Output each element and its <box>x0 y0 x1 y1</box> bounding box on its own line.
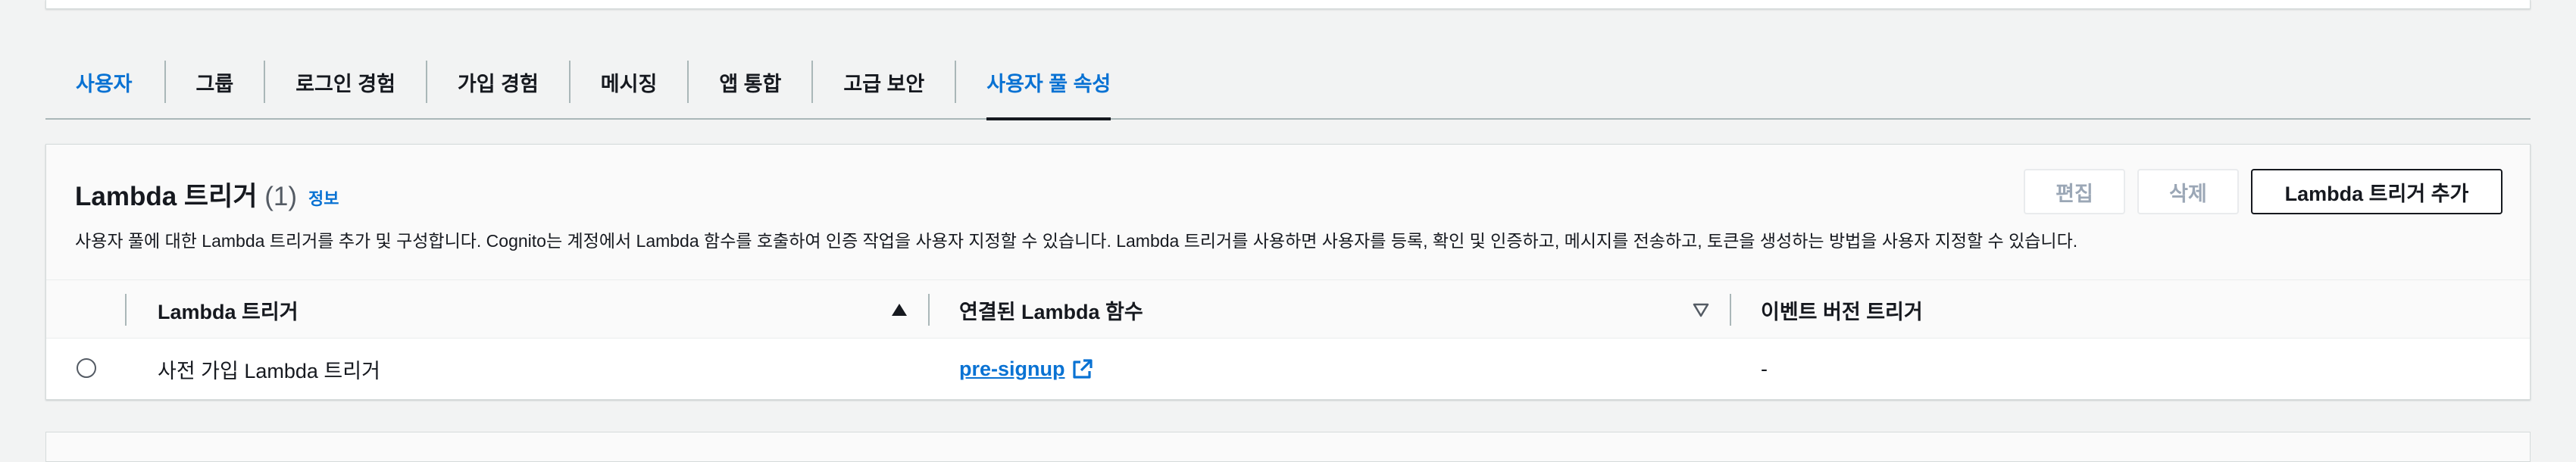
column-header-connected-function[interactable]: 연결된 Lambda 함수 <box>959 280 1143 339</box>
previous-container <box>45 0 2531 9</box>
tab-sign-up-experience[interactable]: 가입 경험 <box>458 45 539 119</box>
add-lambda-trigger-button[interactable]: Lambda 트리거 추가 <box>2251 169 2503 214</box>
tab-users[interactable]: 사용자 <box>76 45 133 119</box>
cell-function: pre-signup <box>959 339 1094 399</box>
external-link-icon <box>1072 359 1093 379</box>
tab-bar: 사용자 그룹 로그인 경험 가입 경험 메시징 앱 통합 고급 보안 사용자 풀… <box>45 45 2531 120</box>
panel-title-text: Lambda 트리거 <box>75 182 258 211</box>
next-container <box>45 432 2531 462</box>
info-link[interactable]: 정보 <box>308 186 339 210</box>
tab-separator <box>687 61 689 103</box>
table-row[interactable]: 사전 가입 Lambda 트리거 pre-signup - <box>46 339 2530 399</box>
function-link[interactable]: pre-signup <box>959 357 1094 381</box>
tab-separator <box>164 61 166 103</box>
function-link-text: pre-signup <box>959 357 1065 380</box>
tab-separator <box>811 61 814 103</box>
column-separator[interactable] <box>1730 294 1731 326</box>
column-header-lambda-trigger[interactable]: Lambda 트리거 <box>158 280 299 339</box>
tab-messaging[interactable]: 메시징 <box>601 45 658 119</box>
tab-separator <box>568 61 571 103</box>
panel-description: 사용자 풀에 대한 Lambda 트리거를 추가 및 구성합니다. Cognit… <box>75 231 2078 251</box>
panel-count: (1) <box>264 182 298 211</box>
row-select-radio[interactable] <box>77 358 96 378</box>
panel-header: Lambda 트리거 (1) 정보 사용자 풀에 대한 Lambda 트리거를 … <box>46 145 2530 279</box>
delete-button[interactable]: 삭제 <box>2137 169 2239 214</box>
column-header-event-version[interactable]: 이벤트 버전 트리거 <box>1761 280 1923 339</box>
lambda-triggers-panel: Lambda 트리거 (1) 정보 사용자 풀에 대한 Lambda 트리거를 … <box>45 144 2531 400</box>
cell-trigger-name: 사전 가입 Lambda 트리거 <box>158 359 380 382</box>
tab-advanced-security[interactable]: 고급 보안 <box>843 45 924 119</box>
tab-user-pool-properties[interactable]: 사용자 풀 속성 <box>986 45 1111 120</box>
tab-separator <box>955 61 957 103</box>
caret-up-filled-icon[interactable] <box>889 300 909 320</box>
edit-button[interactable]: 편집 <box>2024 169 2125 214</box>
tab-separator <box>264 61 266 103</box>
caret-down-outline-icon[interactable] <box>1691 300 1711 320</box>
column-separator <box>125 294 127 326</box>
tab-groups[interactable]: 그룹 <box>196 45 234 119</box>
table-header: Lambda 트리거 연결된 Lambda 함수 이벤트 버전 트리거 <box>46 279 2530 339</box>
cell-event-version: - <box>1761 357 1768 380</box>
panel-title: Lambda 트리거 (1) <box>75 175 297 214</box>
tab-app-integration[interactable]: 앱 통합 <box>719 45 781 119</box>
tab-sign-in-experience[interactable]: 로그인 경험 <box>295 45 395 119</box>
column-separator[interactable] <box>928 294 930 326</box>
tab-separator <box>425 61 427 103</box>
